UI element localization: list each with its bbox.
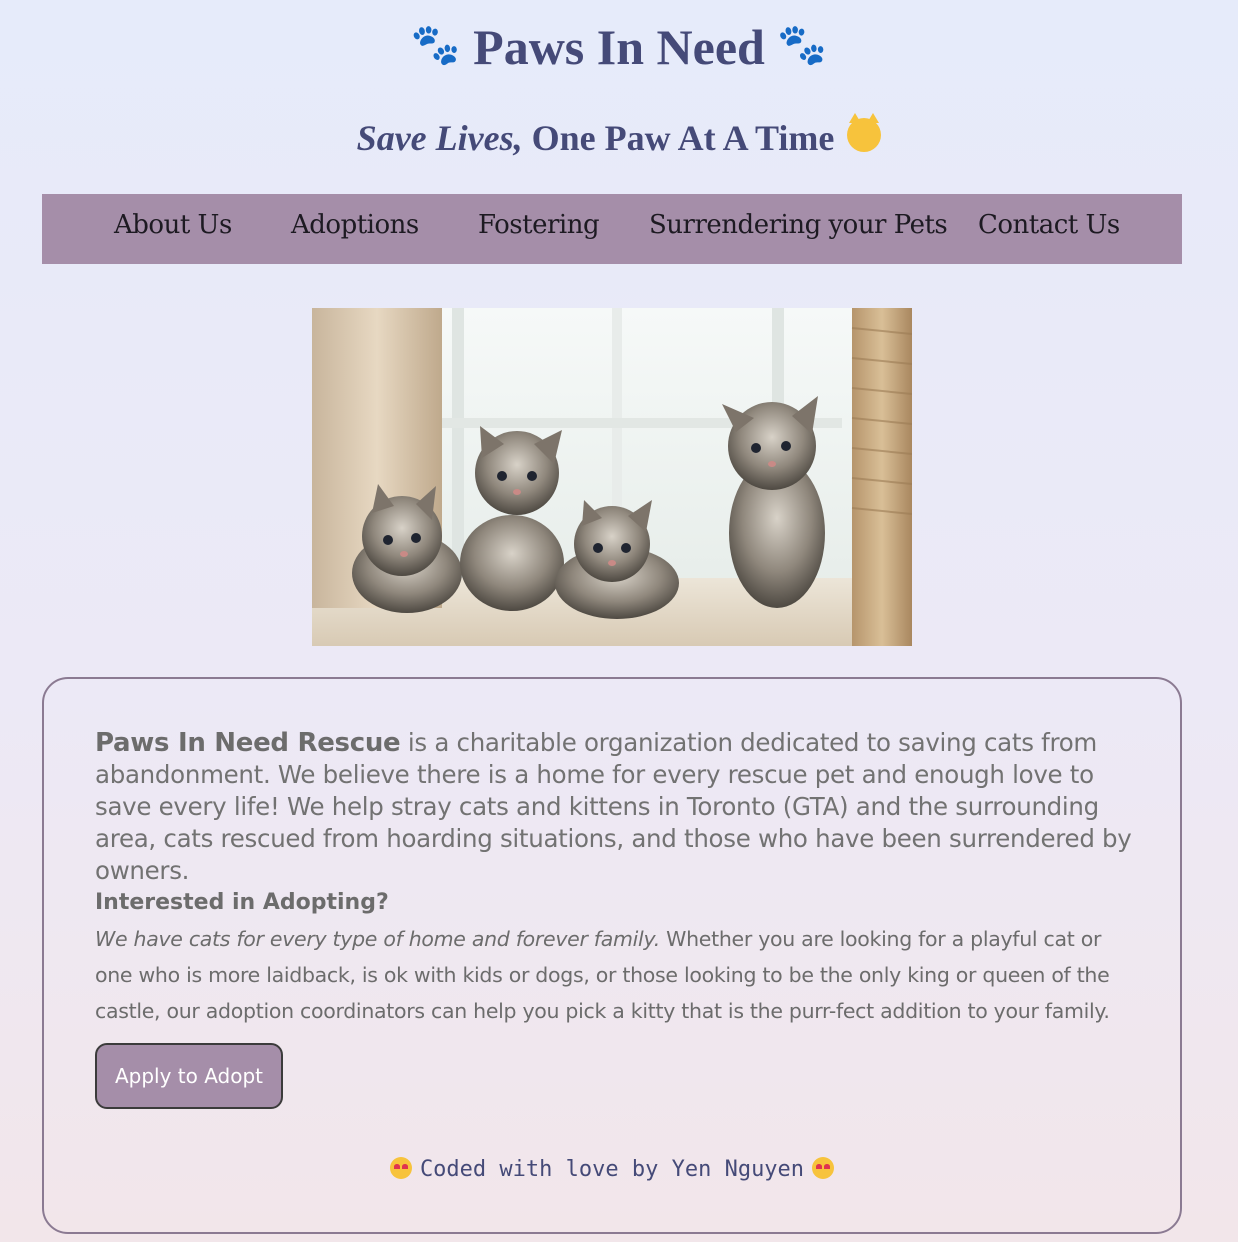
nav-item-contact-us[interactable]: Contact Us xyxy=(978,194,1120,264)
nav-item-surrendering[interactable]: Surrendering your Pets xyxy=(649,194,948,264)
tagline: Save Lives, One Paw At A Time xyxy=(0,113,1238,163)
kittens-photo xyxy=(312,308,912,646)
site-title-text: Paws In Need xyxy=(473,19,765,75)
org-name: Paws In Need Rescue xyxy=(95,728,401,758)
paw-prints-icon: 🐾 xyxy=(777,22,828,67)
main-nav: About Us Adoptions Fostering Surrenderin… xyxy=(42,194,1182,264)
heart-eyes-cat-icon xyxy=(389,1157,412,1179)
apply-to-adopt-button[interactable]: Apply to Adopt xyxy=(95,1043,283,1109)
adopt-lead: We have cats for every type of home and … xyxy=(95,927,660,951)
nav-item-fostering[interactable]: Fostering xyxy=(478,194,600,264)
footer-text: Coded with love by Yen Nguyen xyxy=(419,1157,805,1182)
heart-eyes-cat-icon xyxy=(812,1157,835,1179)
tagline-emphasis: Save Lives, xyxy=(356,118,523,158)
nav-item-adoptions[interactable]: Adoptions xyxy=(291,194,419,264)
footer-credit: Coded with love by Yen Nguyen xyxy=(44,1151,1180,1189)
site-title: 🐾 Paws In Need 🐾 xyxy=(0,12,1238,80)
paw-prints-icon: 🐾 xyxy=(410,22,461,67)
intro-paragraph: Paws In Need Rescue is a charitable orga… xyxy=(95,727,1135,887)
adopt-paragraph: We have cats for every type of home and … xyxy=(95,921,1140,1029)
grinning-cat-icon xyxy=(847,113,882,152)
kittens-illustration xyxy=(312,308,912,646)
info-card: Paws In Need Rescue is a charitable orga… xyxy=(42,677,1182,1234)
tagline-text: One Paw At A Time xyxy=(522,118,835,158)
nav-item-about-us[interactable]: About Us xyxy=(114,194,232,264)
adopt-heading: Interested in Adopting? xyxy=(95,890,389,915)
